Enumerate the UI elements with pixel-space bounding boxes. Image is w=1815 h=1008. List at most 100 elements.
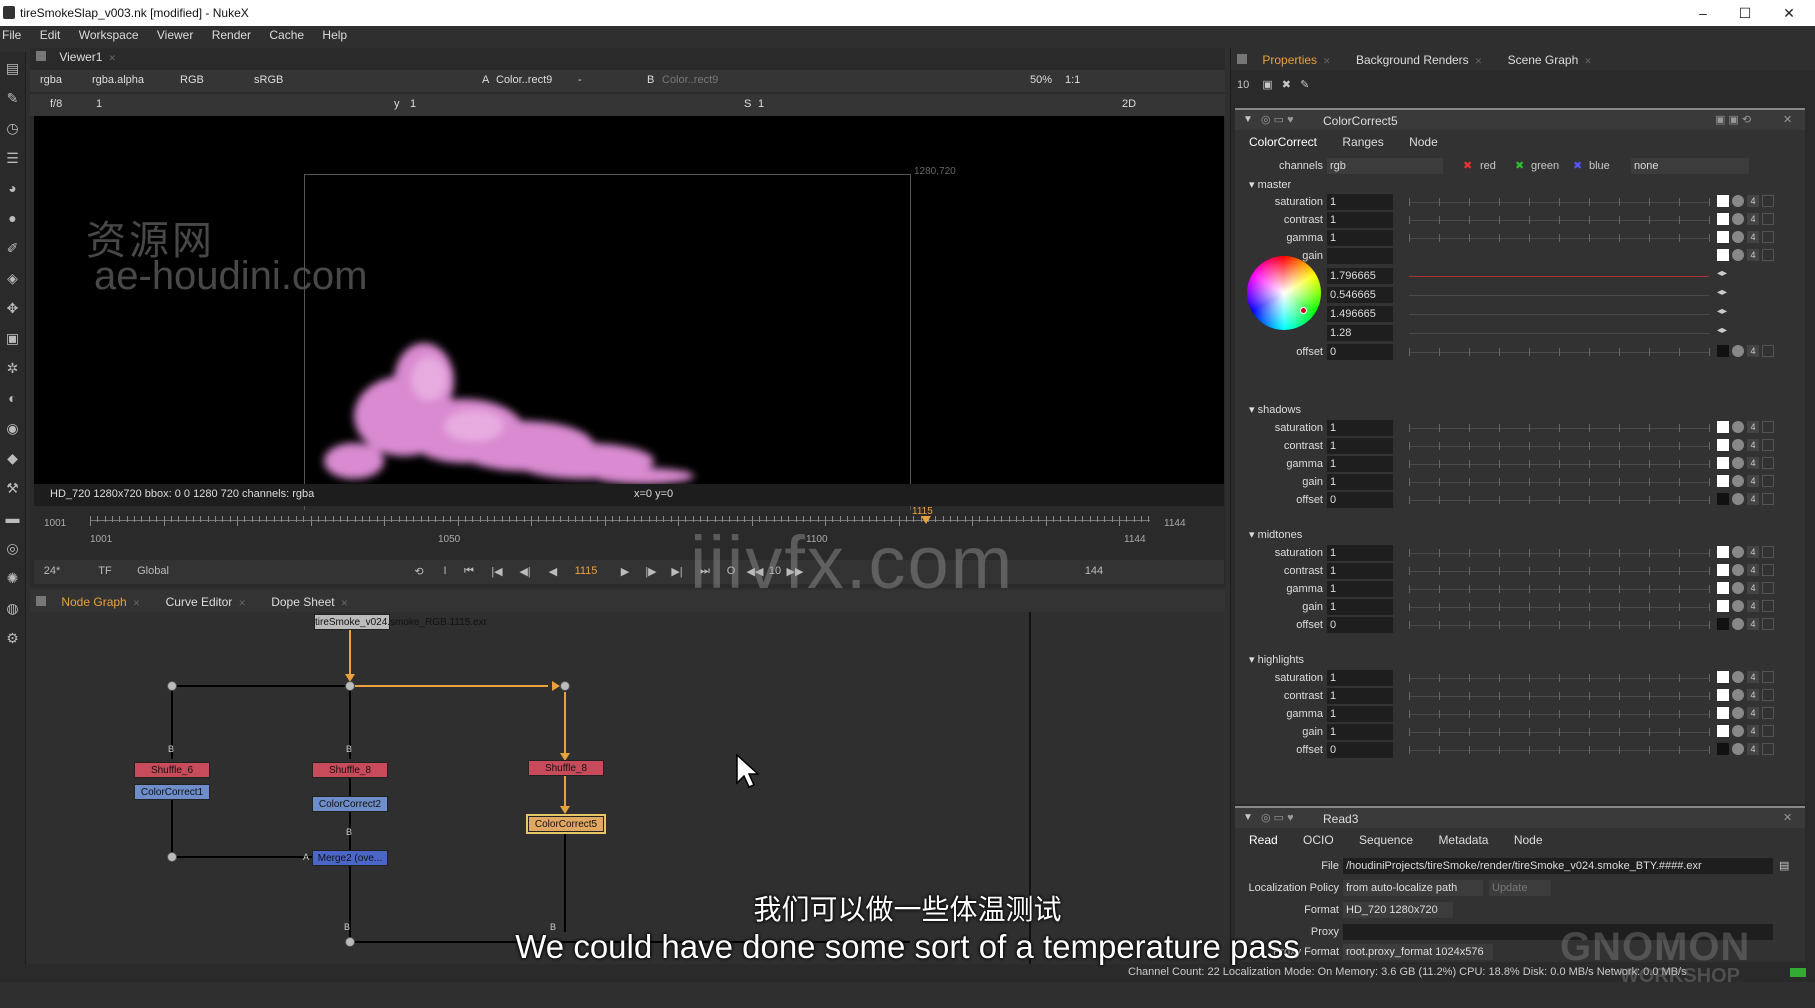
loop-icon[interactable]: ⟲ bbox=[408, 565, 430, 579]
file-path-field[interactable]: /houdiniProjects/tireSmoke/render/tireSm… bbox=[1343, 858, 1773, 874]
color-picker-icon[interactable] bbox=[1732, 475, 1744, 487]
animation-curve-icon[interactable] bbox=[1762, 564, 1774, 576]
gain-channel-slider[interactable] bbox=[1409, 295, 1709, 296]
animation-curve-icon[interactable] bbox=[1762, 600, 1774, 612]
animation-curve-icon[interactable] bbox=[1762, 345, 1774, 357]
ratio-dropdown[interactable]: 1:1 bbox=[1065, 74, 1080, 86]
gamma-value-field[interactable]: 1 bbox=[1327, 456, 1393, 472]
3d-tool-icon[interactable]: ▣ bbox=[4, 330, 21, 347]
tab-background-renders[interactable]: Background Renders bbox=[1356, 53, 1469, 67]
merge-tool-icon[interactable]: ◈ bbox=[4, 270, 21, 287]
channel-split-button[interactable]: 4 bbox=[1747, 546, 1759, 558]
animation-curve-icon[interactable] bbox=[1762, 546, 1774, 558]
animation-curve-icon[interactable] bbox=[1762, 195, 1774, 207]
close-tab-icon[interactable]: ✕ bbox=[108, 53, 116, 64]
deep-tool-icon[interactable]: ◐ bbox=[4, 390, 21, 407]
color-picker-icon[interactable] bbox=[1732, 618, 1744, 630]
offset-value-field[interactable]: 0 bbox=[1327, 742, 1393, 758]
color-tool-icon[interactable]: ◕ bbox=[4, 180, 21, 197]
color-picker-icon[interactable] bbox=[1732, 421, 1744, 433]
fps-dropdown[interactable]: 24* bbox=[38, 565, 66, 579]
color-picker-icon[interactable] bbox=[1732, 671, 1744, 683]
gain-value-field[interactable]: 1 bbox=[1327, 474, 1393, 490]
channel-split-button[interactable]: 4 bbox=[1747, 618, 1759, 630]
view-mode-dropdown[interactable]: 2D bbox=[1122, 98, 1136, 110]
tab-sequence[interactable]: Sequence bbox=[1359, 833, 1413, 847]
color-picker-icon[interactable] bbox=[1732, 249, 1744, 261]
color-swatch-button[interactable] bbox=[1717, 582, 1729, 594]
header-tool-icons[interactable]: ▣ ▣ ⟲ bbox=[1715, 113, 1751, 126]
color-swatch-button[interactable] bbox=[1717, 213, 1729, 225]
colorcorrect-node-5[interactable]: ColorCorrect5 bbox=[526, 814, 606, 834]
max-panels-field[interactable]: 10 bbox=[1237, 79, 1249, 91]
display-dropdown[interactable]: RGB bbox=[180, 74, 204, 86]
color-picker-icon[interactable] bbox=[1732, 231, 1744, 243]
minimize-button[interactable]: – bbox=[1680, 2, 1726, 24]
tf-dropdown[interactable]: TF bbox=[94, 565, 116, 579]
fstop-value[interactable]: f/8 bbox=[50, 98, 62, 110]
animation-curve-icon[interactable] bbox=[1762, 421, 1774, 433]
color-swatch-button[interactable] bbox=[1717, 564, 1729, 576]
midtones-group[interactable]: ▾ midtones bbox=[1249, 528, 1302, 541]
lut-dropdown[interactable]: sRGB bbox=[254, 74, 283, 86]
channel-split-button[interactable]: 4 bbox=[1747, 475, 1759, 487]
channel-split-button[interactable]: 4 bbox=[1747, 725, 1759, 737]
input-a-extra[interactable]: - bbox=[578, 74, 582, 86]
transform-tool-icon[interactable]: ✥ bbox=[4, 300, 21, 317]
gain-value-field[interactable]: 1 bbox=[1327, 724, 1393, 740]
panel-menu-icon[interactable] bbox=[1237, 54, 1247, 64]
offset-value-field[interactable]: 0 bbox=[1327, 492, 1393, 508]
shadows-group[interactable]: ▾ shadows bbox=[1249, 403, 1301, 416]
tab-ocio[interactable]: OCIO bbox=[1303, 833, 1334, 847]
color-picker-icon[interactable] bbox=[1732, 195, 1744, 207]
furnace-tool-icon[interactable]: ◎ bbox=[4, 540, 21, 557]
gamma-value-field[interactable]: 1 bbox=[1327, 581, 1393, 597]
other-tool-icon[interactable]: ▬ bbox=[4, 510, 21, 527]
tab-node-graph[interactable]: Node Graph bbox=[61, 595, 126, 609]
tab-dope-sheet[interactable]: Dope Sheet bbox=[271, 595, 334, 609]
node-header-icons[interactable]: ◎ ▭ ♥ bbox=[1261, 113, 1294, 126]
tab-viewer1[interactable]: Viewer1 bbox=[59, 50, 102, 64]
animation-curve-icon[interactable] bbox=[1762, 671, 1774, 683]
animation-curve-icon[interactable] bbox=[1762, 743, 1774, 755]
color-picker-icon[interactable] bbox=[1732, 213, 1744, 225]
close-button[interactable]: ✕ bbox=[1766, 2, 1812, 24]
menu-help[interactable]: Help bbox=[322, 28, 347, 42]
gain-value-field[interactable]: 1 bbox=[1327, 599, 1393, 615]
color-swatch-button[interactable] bbox=[1717, 439, 1729, 451]
menu-render[interactable]: Render bbox=[212, 28, 251, 42]
animation-curve-icon[interactable] bbox=[1762, 689, 1774, 701]
colorcorrect-node-2[interactable]: ColorCorrect2 bbox=[312, 796, 388, 812]
step-forward-icon[interactable]: |▶ bbox=[640, 565, 662, 579]
channels-dropdown[interactable]: rgb bbox=[1327, 158, 1443, 174]
read-node[interactable]: tireSmoke_v024.smoke_RGB.1115.exr bbox=[314, 614, 487, 630]
animation-curve-icon[interactable] bbox=[1762, 618, 1774, 630]
tab-metadata[interactable]: Metadata bbox=[1438, 833, 1488, 847]
highlights-group[interactable]: ▾ highlights bbox=[1249, 653, 1304, 666]
channel-split-button[interactable]: 4 bbox=[1747, 213, 1759, 225]
dot-node-bottom-left[interactable] bbox=[167, 852, 177, 862]
time-tool-icon[interactable]: ◷ bbox=[4, 120, 21, 137]
collapse-icon[interactable]: ▼ bbox=[1243, 114, 1253, 125]
green-checkbox[interactable]: ✖ bbox=[1515, 159, 1524, 172]
channel-split-button[interactable]: 4 bbox=[1747, 421, 1759, 433]
color-picker-icon[interactable] bbox=[1732, 582, 1744, 594]
color-picker-icon[interactable] bbox=[1732, 689, 1744, 701]
gain-channel-arrows-icon[interactable]: ◂▸ bbox=[1717, 287, 1727, 298]
alpha-dropdown[interactable]: rgba.alpha bbox=[92, 74, 144, 86]
contrast-value-field[interactable]: 1 bbox=[1327, 563, 1393, 579]
gamma-value-field[interactable]: 1 bbox=[1327, 230, 1393, 246]
color-swatch-button[interactable] bbox=[1717, 231, 1729, 243]
close-tab-icon[interactable]: ✕ bbox=[1584, 56, 1592, 67]
tab-properties[interactable]: Properties bbox=[1262, 53, 1317, 67]
end-frame-field[interactable]: 144 bbox=[1076, 565, 1112, 579]
file-browse-icon[interactable]: ▤ bbox=[1779, 859, 1789, 872]
prev-key-icon[interactable]: |◀ bbox=[486, 565, 508, 579]
color-picker-icon[interactable] bbox=[1732, 725, 1744, 737]
gain-value-field[interactable] bbox=[1327, 248, 1393, 264]
shuffle-node-6[interactable]: Shuffle_6 bbox=[134, 762, 210, 778]
tab-curve-editor[interactable]: Curve Editor bbox=[166, 595, 233, 609]
animation-curve-icon[interactable] bbox=[1762, 213, 1774, 225]
channel-split-button[interactable]: 4 bbox=[1747, 249, 1759, 261]
frame-field[interactable]: 1 bbox=[96, 98, 102, 110]
